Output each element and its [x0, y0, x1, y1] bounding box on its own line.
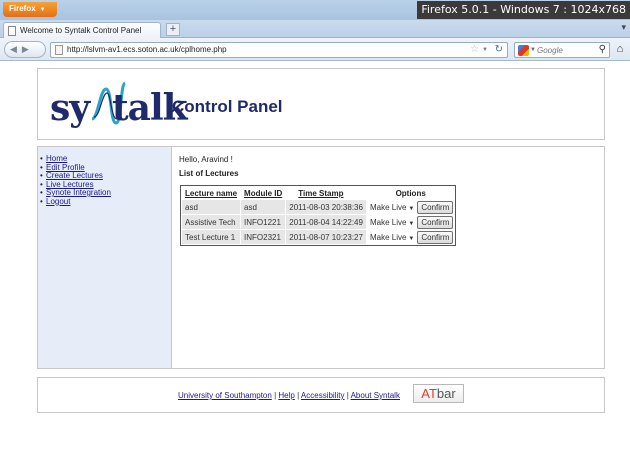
- table-row: Assistive Tech INFO1221 2011-08-04 14:22…: [182, 215, 455, 229]
- chevron-down-icon: ▼: [39, 7, 46, 13]
- bookmark-star-icon[interactable]: ☆: [470, 43, 479, 57]
- search-icon[interactable]: ⚲: [599, 43, 606, 57]
- atbar-button[interactable]: ATbar: [413, 384, 464, 403]
- sidebar-link-logout[interactable]: Logout: [46, 197, 70, 206]
- tab-title: Welcome to Syntalk Control Panel: [20, 26, 142, 35]
- chevron-down-icon: ▼: [408, 235, 415, 242]
- engine-dropdown-icon[interactable]: ▼: [530, 43, 536, 57]
- back-arrow-icon[interactable]: ◀: [10, 44, 22, 54]
- table-header-row: Lecture name Module ID Time Stamp Option…: [182, 187, 454, 199]
- window-caption: Firefox 5.0.1 - Windows 7 : 1024x768: [417, 1, 630, 19]
- atbar-at: AT: [421, 386, 437, 401]
- home-icon[interactable]: ⌂: [612, 41, 628, 58]
- logo-sy: sy: [50, 87, 90, 129]
- option-select-value: Make Live: [369, 232, 407, 242]
- cell-module-id: INFO1221: [241, 215, 286, 229]
- page-icon: [8, 26, 16, 36]
- footer-separator: |: [297, 391, 300, 400]
- page-header: sy talk Control Panel: [37, 68, 605, 140]
- cell-lecture-name: asd: [182, 200, 241, 214]
- cell-time-stamp: 2011-08-07 10:23:27: [286, 230, 366, 244]
- navigation-toolbar: ◀▶ http://lslvm-av1.ecs.soton.ac.uk/cplh…: [0, 38, 630, 61]
- footer-link-about-syntalk[interactable]: About Syntalk: [351, 391, 400, 400]
- list-title: List of Lectures: [179, 169, 239, 178]
- cell-options: Make Live ▼ Confirm: [366, 200, 455, 214]
- option-select[interactable]: Make Live ▼: [368, 203, 416, 212]
- column-header-time-stamp: Time Stamp: [298, 188, 344, 198]
- history-dropdown-icon[interactable]: ▼: [482, 43, 488, 57]
- page-footer: University of Southampton | Help | Acces…: [37, 377, 605, 413]
- page-title: Control Panel: [172, 97, 283, 116]
- cell-module-id: asd: [241, 200, 286, 214]
- option-select-value: Make Live: [369, 217, 407, 227]
- cell-lecture-name: Test Lecture 1: [182, 230, 241, 244]
- cell-options: Make Live ▼ Confirm: [366, 230, 455, 244]
- column-header-lecture-name: Lecture name: [185, 188, 238, 198]
- footer-separator: |: [274, 391, 277, 400]
- footer-link-help[interactable]: Help: [278, 391, 294, 400]
- table-row: Test Lecture 1 INFO2321 2011-08-07 10:23…: [182, 230, 455, 244]
- lectures-table: Lecture name Module ID Time Stamp Option…: [180, 185, 457, 246]
- site-identity-icon[interactable]: [55, 45, 63, 55]
- google-engine-icon[interactable]: [518, 45, 529, 56]
- address-bar[interactable]: http://lslvm-av1.ecs.soton.ac.uk/cplhome…: [50, 42, 508, 58]
- tab-active[interactable]: Welcome to Syntalk Control Panel: [3, 22, 161, 38]
- footer-separator: |: [346, 391, 349, 400]
- confirm-button[interactable]: Confirm: [417, 215, 454, 229]
- firefox-menu-button[interactable]: Firefox ▼: [3, 2, 57, 17]
- forward-arrow-icon[interactable]: ▶: [22, 44, 34, 54]
- cell-options: Make Live ▼ Confirm: [366, 215, 455, 229]
- tab-list-icon[interactable]: ▾: [621, 22, 626, 33]
- greeting: Hello, Aravind !: [179, 155, 233, 164]
- option-select-value: Make Live: [369, 202, 407, 212]
- reload-icon[interactable]: ↻: [495, 43, 503, 57]
- cell-time-stamp: 2011-08-04 14:22:49: [286, 215, 366, 229]
- table-row: asd asd 2011-08-03 20:38:36 Make Live ▼ Co…: [182, 200, 455, 214]
- content-area: • Home • Edit Profile • Create Lectures • Li…: [37, 146, 605, 369]
- column-header-module-id: Module ID: [244, 188, 283, 198]
- url-text[interactable]: http://lslvm-av1.ecs.soton.ac.uk/cplhome…: [67, 43, 227, 57]
- new-tab-button[interactable]: +: [166, 23, 180, 36]
- option-select[interactable]: Make Live ▼: [368, 233, 416, 242]
- chevron-down-icon: ▼: [408, 220, 415, 227]
- atbar-bar: bar: [436, 386, 456, 401]
- confirm-button[interactable]: Confirm: [417, 200, 454, 214]
- chevron-down-icon: ▼: [408, 205, 415, 212]
- search-input[interactable]: [537, 44, 591, 56]
- window-titlebar: Firefox ▼ Firefox 5.0.1 - Windows 7 : 102…: [0, 0, 630, 20]
- confirm-button[interactable]: Confirm: [417, 230, 454, 244]
- back-forward-buttons[interactable]: ◀▶: [4, 41, 46, 58]
- tab-strip: Welcome to Syntalk Control Panel + ▾: [0, 20, 630, 38]
- cell-module-id: INFO2321: [241, 230, 286, 244]
- sidebar: • Home • Edit Profile • Create Lectures • Li…: [38, 147, 172, 368]
- firefox-menu-label: Firefox: [9, 4, 36, 13]
- sidebar-item-logout: • Logout: [40, 197, 171, 207]
- cell-lecture-name: Assistive Tech: [182, 215, 241, 229]
- search-bar[interactable]: ▼ ⚲: [514, 42, 610, 58]
- column-header-options: Options: [395, 188, 426, 198]
- footer-links: University of Southampton | Help | Acces…: [178, 391, 400, 400]
- footer-link-accessibility[interactable]: Accessibility: [301, 391, 345, 400]
- syntalk-logo: sy talk: [50, 81, 188, 129]
- option-select[interactable]: Make Live ▼: [368, 218, 416, 227]
- cell-time-stamp: 2011-08-03 20:38:36: [286, 200, 366, 214]
- footer-link-university[interactable]: University of Southampton: [178, 391, 272, 400]
- main-panel: Hello, Aravind ! List of Lectures: [179, 155, 599, 178]
